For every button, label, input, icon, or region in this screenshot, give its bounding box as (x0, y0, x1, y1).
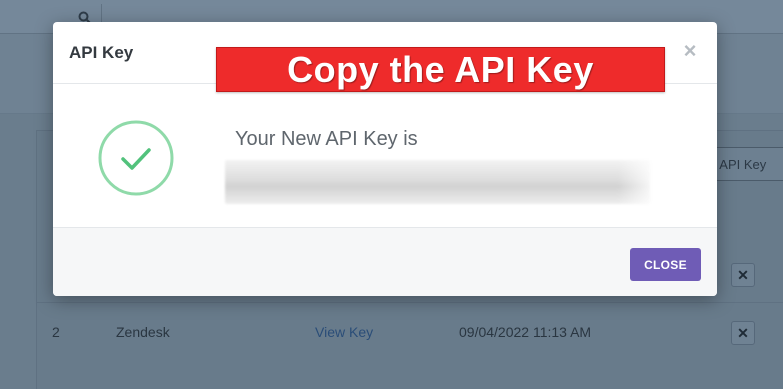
close-icon[interactable]: ✕ (731, 263, 755, 287)
modal-body: Your New API Key is (53, 84, 717, 227)
close-icon[interactable]: × (679, 40, 701, 62)
view-key-link[interactable]: View Key (315, 324, 373, 340)
table-row-divider (36, 302, 783, 303)
close-icon[interactable]: ✕ (731, 321, 755, 345)
modal-title: API Key (69, 43, 134, 62)
api-key-label: Your New API Key is (235, 128, 418, 150)
api-key-modal: API Key × Copy the API Key Your New API … (53, 22, 717, 296)
table-cell-date: 09/04/2022 11:13 AM (459, 324, 592, 340)
table-cell-name: Zendesk (116, 324, 170, 340)
modal-footer: CLOSE (53, 227, 717, 296)
checkmark-circle-icon (98, 120, 174, 196)
close-button[interactable]: CLOSE (630, 248, 701, 281)
table-cell-number: 2 (52, 324, 60, 340)
api-key-value-redacted[interactable] (225, 160, 658, 204)
